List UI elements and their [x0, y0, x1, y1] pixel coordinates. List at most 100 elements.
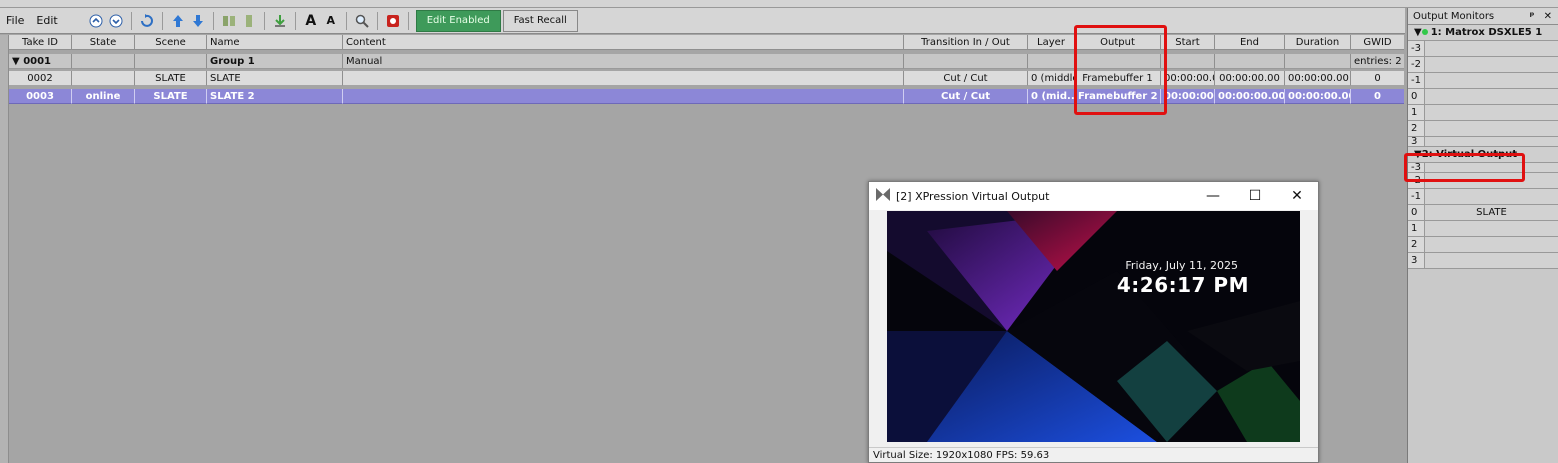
toolbar-separator	[212, 11, 214, 30]
layer-value	[1425, 121, 1558, 136]
state-cell	[72, 71, 135, 86]
maximize-icon[interactable]: ☐	[1234, 182, 1276, 210]
monitor-layer-row[interactable]: 3	[1408, 253, 1558, 269]
layer-index: 2	[1408, 121, 1425, 136]
monitor-layer-row[interactable]: -1	[1408, 73, 1558, 89]
stop-icon[interactable]	[384, 12, 402, 30]
header-take-id[interactable]: Take ID	[9, 35, 72, 50]
layer-index: -3	[1408, 41, 1425, 56]
header-state[interactable]: State	[72, 35, 135, 50]
virtual-output-window[interactable]: [2] XPression Virtual Output — ☐ ✕ Frida…	[868, 181, 1319, 463]
header-scene[interactable]: Scene	[135, 35, 207, 50]
monitor-layer-row[interactable]: -2	[1408, 57, 1558, 73]
group-row[interactable]: ▼ 0001 Group 1 Manual entries: 2	[9, 54, 1404, 69]
import-icon[interactable]	[271, 12, 289, 30]
layer-index: -2	[1408, 57, 1425, 72]
collapse-triangle-icon[interactable]: ▼	[1414, 27, 1422, 38]
text-small-icon[interactable]: A	[322, 12, 340, 30]
header-content[interactable]: Content	[343, 35, 904, 50]
toolbar-separator	[345, 11, 347, 30]
output-monitors-title-bar: Output Monitors ᵖ ✕	[1408, 8, 1558, 25]
toolbar: File Edit A A Edit Enabled Fast Recall	[0, 8, 1405, 34]
close-icon[interactable]: ✕	[1544, 11, 1552, 22]
text-large-icon[interactable]: A	[302, 12, 320, 30]
state-cell: online	[72, 89, 135, 104]
header-transition[interactable]: Transition In / Out	[904, 35, 1028, 50]
table-row[interactable]: 0002 SLATE SLATE Cut / Cut 0 (middle) Fr…	[9, 71, 1404, 86]
scene-cell: SLATE	[135, 71, 207, 86]
end-cell: 00:00:00.00	[1215, 89, 1285, 104]
layer-index: 1	[1408, 105, 1425, 120]
abstract-background-graphic	[887, 211, 1300, 442]
group-state-cell	[72, 54, 135, 69]
header-gwid[interactable]: GWID	[1351, 35, 1404, 50]
group-scene-cell	[135, 54, 207, 69]
layer-index: 2	[1408, 237, 1425, 252]
header-layer[interactable]: Layer	[1028, 35, 1075, 50]
group-take-cell: ▼ 0001	[9, 54, 72, 69]
header-name[interactable]: Name	[207, 35, 343, 50]
monitor-layer-row[interactable]: 0	[1408, 89, 1558, 105]
collapse-triangle-icon[interactable]: ▼	[12, 56, 20, 67]
monitor-layer-row[interactable]: -3	[1408, 41, 1558, 57]
layer-value	[1425, 237, 1558, 252]
search-icon[interactable]	[353, 12, 371, 30]
collapse-all-icon[interactable]	[87, 12, 105, 30]
virtual-output-title-bar[interactable]: [2] XPression Virtual Output — ☐ ✕	[869, 182, 1318, 210]
output-monitors-title: Output Monitors	[1413, 11, 1495, 22]
toolbar-separator	[407, 11, 409, 30]
expand-all-icon[interactable]	[107, 12, 125, 30]
header-end[interactable]: End	[1215, 35, 1285, 50]
end-cell: 00:00:00.00	[1215, 71, 1285, 86]
monitor-layer-row[interactable]: 2	[1408, 121, 1558, 137]
toolbar-separator	[130, 11, 132, 30]
header-duration[interactable]: Duration	[1285, 35, 1351, 50]
header-start[interactable]: Start	[1161, 35, 1215, 50]
overlay-time-text: 4:26:17 PM	[1116, 273, 1249, 297]
move-down-icon[interactable]	[189, 12, 207, 30]
start-cell: 00:00:00...	[1161, 89, 1215, 104]
group-content: Manual	[343, 54, 904, 69]
gwid-cell: 0	[1351, 89, 1404, 104]
refresh-icon[interactable]	[138, 12, 156, 30]
virtual-output-status-bar: Virtual Size: 1920x1080 FPS: 59.63	[869, 447, 1318, 462]
menu-file[interactable]: File	[0, 14, 30, 27]
top-toolbar-strip	[0, 0, 1558, 8]
layer-value	[1425, 189, 1558, 204]
layer-index: 0	[1408, 89, 1425, 104]
layer-index: -1	[1408, 189, 1425, 204]
monitor-layer-row[interactable]: 2	[1408, 237, 1558, 253]
column-layout-icon[interactable]	[220, 12, 238, 30]
monitor-layer-row[interactable]: 1	[1408, 105, 1558, 121]
virtual-output-title: [2] XPression Virtual Output	[896, 189, 1050, 203]
column-split-icon[interactable]	[240, 12, 258, 30]
name-cell: SLATE	[207, 71, 343, 86]
layer-value: SLATE	[1425, 205, 1558, 220]
edit-enabled-button[interactable]: Edit Enabled	[415, 9, 501, 32]
start-cell: 00:00:00.00	[1161, 71, 1215, 86]
layer-value	[1425, 89, 1558, 104]
table-row-selected[interactable]: 0003 online SLATE SLATE 2 Cut / Cut 0 (m…	[9, 89, 1404, 104]
status-dot-icon	[1421, 29, 1428, 35]
menu-edit[interactable]: Edit	[30, 14, 63, 27]
name-cell: SLATE 2	[207, 89, 343, 104]
left-edge-panel	[0, 35, 9, 463]
minimize-icon[interactable]: —	[1192, 182, 1234, 210]
layer-value	[1425, 57, 1558, 72]
monitor-layer-row[interactable]: 1	[1408, 221, 1558, 237]
fast-recall-button[interactable]: Fast Recall	[502, 9, 578, 32]
transition-cell: Cut / Cut	[904, 89, 1028, 104]
duration-cell: 00:00:00.00	[1285, 89, 1351, 104]
monitor-layer-row[interactable]: 0 SLATE	[1408, 205, 1558, 221]
layer-index: -1	[1408, 73, 1425, 88]
group-transition-cell	[904, 54, 1028, 69]
content-cell	[343, 89, 904, 104]
close-icon[interactable]: ✕	[1276, 182, 1318, 210]
pin-icon[interactable]: ᵖ	[1530, 11, 1535, 22]
monitor-layer-row[interactable]: -1	[1408, 189, 1558, 205]
move-up-icon[interactable]	[169, 12, 187, 30]
monitor-output-1-header[interactable]: ▼ 1: Matrox DSXLE5 1	[1408, 25, 1558, 41]
monitor-layer-row[interactable]: 3	[1408, 137, 1558, 147]
layer-index: 3	[1408, 137, 1425, 147]
layer-cell: 0 (mid...	[1028, 89, 1075, 104]
